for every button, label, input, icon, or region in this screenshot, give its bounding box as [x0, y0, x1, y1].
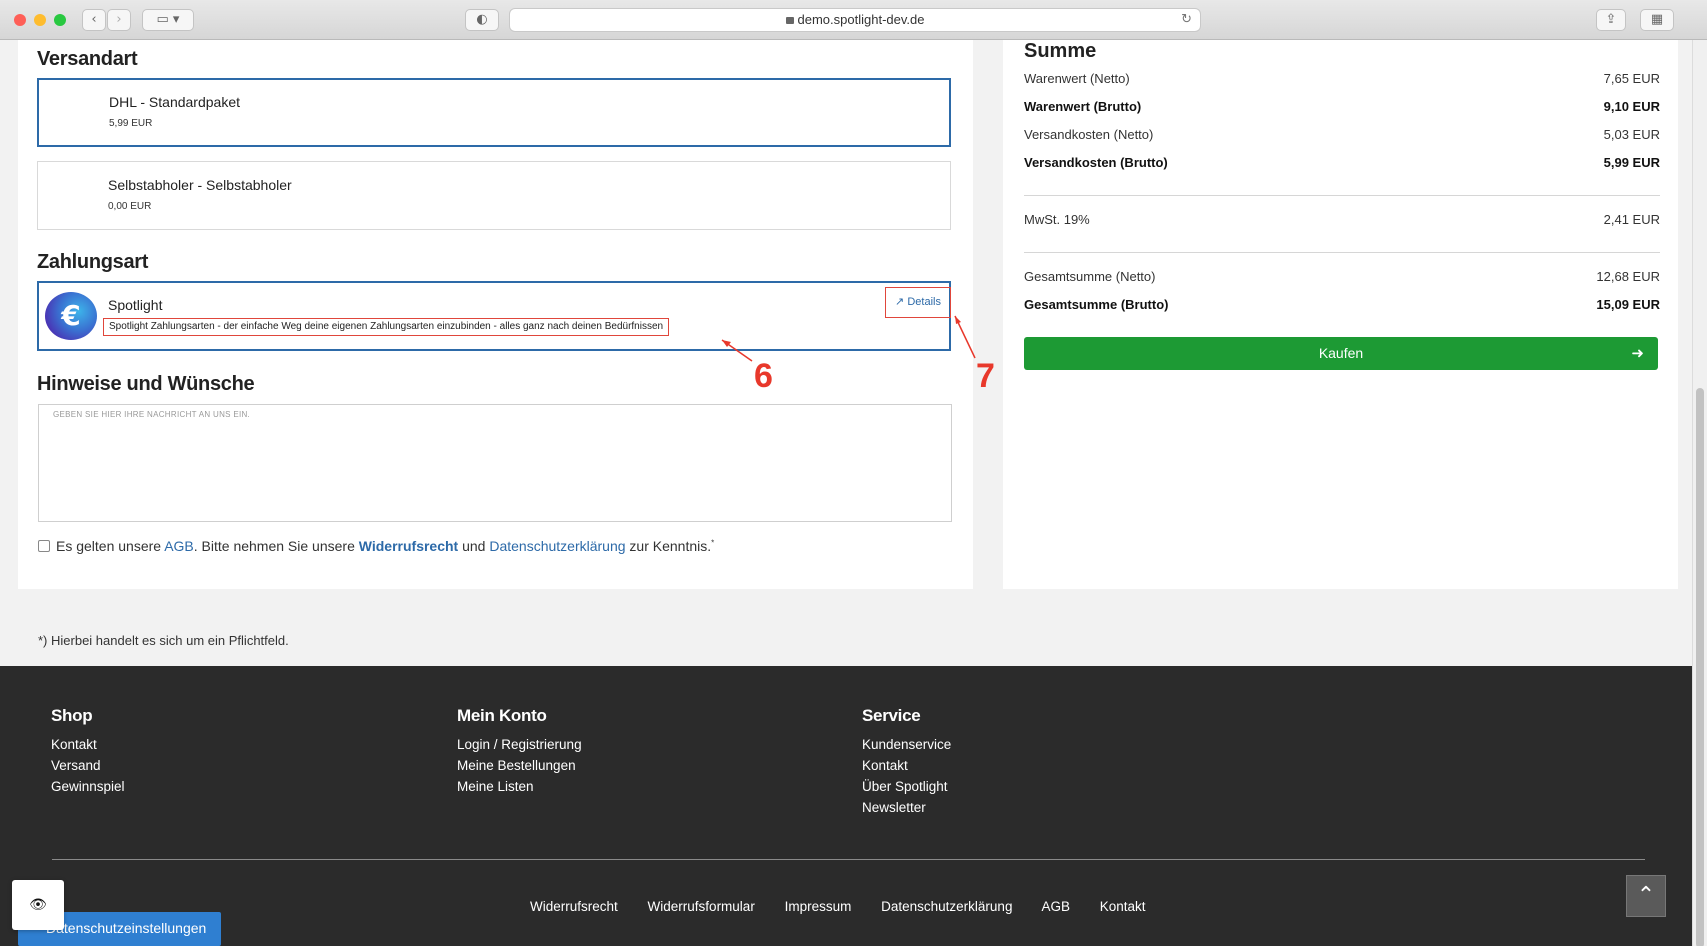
- buy-button-label: Kaufen: [1318, 345, 1364, 361]
- annotation-arrowhead-7: [955, 316, 961, 324]
- terms-text-1: Es gelten unsere: [56, 538, 165, 554]
- mandatory-field-note: *) Hierbei handelt es sich um ein Pflich…: [38, 633, 289, 648]
- summary-value: 7,65 EUR: [1603, 71, 1660, 86]
- summary-label: Gesamtsumme (Netto): [1024, 269, 1156, 284]
- footer-link[interactable]: Meine Listen: [457, 776, 582, 797]
- page-scrollbar[interactable]: [1692, 40, 1707, 946]
- summary-row: Versandkosten (Netto) 5,03 EUR: [1024, 127, 1660, 142]
- terms-checkbox[interactable]: [38, 540, 50, 552]
- footer-link[interactable]: Versand: [51, 755, 125, 776]
- summary-label: Warenwert (Brutto): [1024, 99, 1142, 114]
- summary-value: 9,10 EUR: [1603, 99, 1660, 114]
- summary-value: 5,03 EUR: [1603, 127, 1660, 142]
- datenschutz-link[interactable]: Datenschutzerklärung: [489, 538, 625, 554]
- summary-divider: [1024, 195, 1660, 196]
- widerrufsrecht-link[interactable]: Widerrufsrecht: [359, 538, 458, 554]
- chevron-up-icon: ⌃: [1636, 883, 1656, 908]
- footer-link[interactable]: Login / Registrierung: [457, 734, 582, 755]
- footer-link[interactable]: Newsletter: [862, 797, 951, 818]
- summary-row: MwSt. 19% 2,41 EUR: [1024, 212, 1660, 227]
- buy-button[interactable]: Kaufen ➜: [1024, 337, 1658, 370]
- site-footer: Shop Kontakt Versand Gewinnspiel Mein Ko…: [0, 666, 1692, 946]
- summary-value: 12,68 EUR: [1596, 269, 1660, 284]
- footer-column-heading: Service: [862, 706, 921, 725]
- summary-label: MwSt. 19%: [1024, 212, 1090, 227]
- summary-row: Gesamtsumme (Netto) 12,68 EUR: [1024, 269, 1660, 284]
- summary-label: Versandkosten (Brutto): [1024, 155, 1168, 170]
- terms-text-3: und: [458, 538, 490, 554]
- summary-row: Gesamtsumme (Brutto) 15,09 EUR: [1024, 297, 1660, 312]
- footer-link[interactable]: Kundenservice: [862, 734, 951, 755]
- terms-checkbox-row: Es gelten unsere AGB. Bitte nehmen Sie u…: [38, 538, 714, 554]
- summary-row: Warenwert (Brutto) 9,10 EUR: [1024, 99, 1660, 114]
- footer-bottom-link[interactable]: Widerrufsrecht: [530, 899, 618, 914]
- scrollbar-thumb[interactable]: [1696, 388, 1704, 946]
- summary-divider: [1024, 252, 1660, 253]
- summary-row: Warenwert (Netto) 7,65 EUR: [1024, 71, 1660, 86]
- footer-link[interactable]: Über Spotlight: [862, 776, 951, 797]
- footer-bottom-link[interactable]: AGB: [1041, 899, 1070, 914]
- annotation-number-6: 6: [754, 357, 773, 395]
- summary-value: 2,41 EUR: [1603, 212, 1660, 227]
- footer-column-service: Service Kundenservice Kontakt Über Spotl…: [862, 706, 951, 818]
- footer-link[interactable]: Kontakt: [51, 734, 125, 755]
- summary-label: Warenwert (Netto): [1024, 71, 1130, 86]
- footer-bottom-link[interactable]: Kontakt: [1100, 899, 1146, 914]
- privacy-settings-label: Datenschutzeinstellungen: [46, 920, 207, 936]
- summary-heading: Summe: [1024, 40, 1097, 62]
- footer-link[interactable]: Kontakt: [862, 755, 951, 776]
- summary-label: Versandkosten (Netto): [1024, 127, 1154, 142]
- summary-value: 5,99 EUR: [1603, 155, 1660, 170]
- summary-panel: [1003, 40, 1678, 589]
- footer-bottom-link[interactable]: Datenschutzerklärung: [881, 899, 1012, 914]
- annotation-number-7: 7: [976, 357, 995, 395]
- footer-column-shop: Shop Kontakt Versand Gewinnspiel: [51, 706, 125, 797]
- agb-link[interactable]: AGB: [164, 538, 194, 554]
- summary-row: Versandkosten (Brutto) 5,99 EUR: [1024, 155, 1660, 170]
- required-asterisk: *: [711, 538, 715, 548]
- footer-column-mein-konto: Mein Konto Login / Registrierung Meine B…: [457, 706, 582, 797]
- footer-bottom-link[interactable]: Widerrufsformular: [648, 899, 755, 914]
- summary-label: Gesamtsumme (Brutto): [1024, 297, 1169, 312]
- footer-link[interactable]: Gewinnspiel: [51, 776, 125, 797]
- footer-link[interactable]: Meine Bestellungen: [457, 755, 582, 776]
- terms-text-4: zur Kenntnis.: [625, 538, 712, 554]
- hinweise-heading: Hinweise und Wünsche: [37, 373, 255, 395]
- footer-bottom-links: Widerrufsrecht Widerrufsformular Impress…: [530, 899, 1172, 914]
- summary-value: 15,09 EUR: [1596, 297, 1660, 312]
- eye-icon[interactable]: 👁: [12, 880, 64, 930]
- footer-column-heading: Mein Konto: [457, 706, 547, 725]
- footer-bottom-link[interactable]: Impressum: [785, 899, 852, 914]
- message-textarea[interactable]: Geben Sie hier Ihre Nachricht an uns ein…: [38, 404, 952, 522]
- scroll-to-top-button[interactable]: ⌃: [1626, 875, 1666, 917]
- arrow-right-icon: ➜: [1631, 344, 1644, 362]
- footer-divider: [52, 859, 1645, 860]
- footer-column-heading: Shop: [51, 706, 93, 725]
- terms-text-2: . Bitte nehmen Sie unsere: [193, 538, 359, 554]
